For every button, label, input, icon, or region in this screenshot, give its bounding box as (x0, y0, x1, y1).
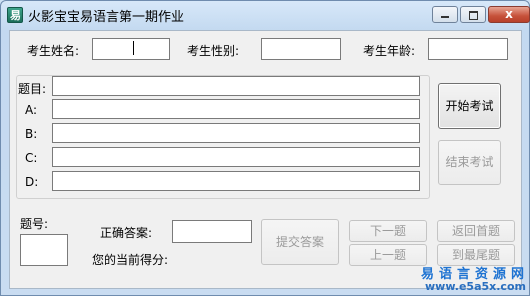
option-a-field[interactable] (52, 99, 420, 119)
watermark-url: www.e5a5x.com (425, 280, 526, 293)
option-c-label: C: (25, 151, 38, 165)
number-label: 题号: (20, 217, 49, 231)
option-a-label: A: (25, 103, 38, 117)
gender-label: 考生性别: (187, 44, 240, 58)
option-d-field[interactable] (52, 171, 420, 191)
submit-answer-button[interactable]: 提交答案 (261, 219, 339, 265)
option-b-field[interactable] (52, 123, 420, 143)
text-caret (133, 41, 134, 55)
minimize-button[interactable] (432, 6, 458, 23)
form-client: 考生姓名: 考生性别: 考生年龄: 题目: A: B: C: D: 开始考试 结… (9, 30, 522, 289)
correct-answer-field (172, 220, 252, 243)
question-text (52, 76, 420, 96)
title-bar[interactable]: 易 火影宝宝易语言第一期作业 x (1, 1, 530, 29)
score-label: 您的当前得分: (92, 253, 169, 267)
app-icon: 易 (7, 7, 23, 23)
gender-input[interactable] (261, 38, 341, 60)
close-icon: x (505, 7, 513, 21)
age-label: 考生年龄: (363, 44, 416, 58)
name-label: 考生姓名: (27, 44, 80, 58)
correct-answer-label: 正确答案: (100, 226, 153, 240)
option-b-label: B: (25, 127, 38, 141)
option-c-field[interactable] (52, 147, 420, 167)
main-window: 易 火影宝宝易语言第一期作业 x 考生姓名: 考生性别: 考生年龄: 题目: A… (0, 0, 530, 296)
age-input[interactable] (428, 38, 508, 60)
first-question-button[interactable]: 返回首题 (437, 220, 515, 242)
option-d-label: D: (25, 175, 39, 189)
question-label: 题目: (18, 82, 47, 96)
end-exam-button[interactable]: 结束考试 (438, 140, 501, 185)
start-exam-button[interactable]: 开始考试 (438, 83, 501, 129)
close-button[interactable]: x (488, 6, 530, 23)
maximize-button[interactable] (460, 6, 486, 23)
name-input[interactable] (92, 38, 170, 60)
next-question-button[interactable]: 下一题 (349, 220, 427, 242)
prev-question-button[interactable]: 上一题 (349, 244, 427, 266)
window-title: 火影宝宝易语言第一期作业 (28, 10, 185, 25)
number-field (20, 234, 68, 266)
